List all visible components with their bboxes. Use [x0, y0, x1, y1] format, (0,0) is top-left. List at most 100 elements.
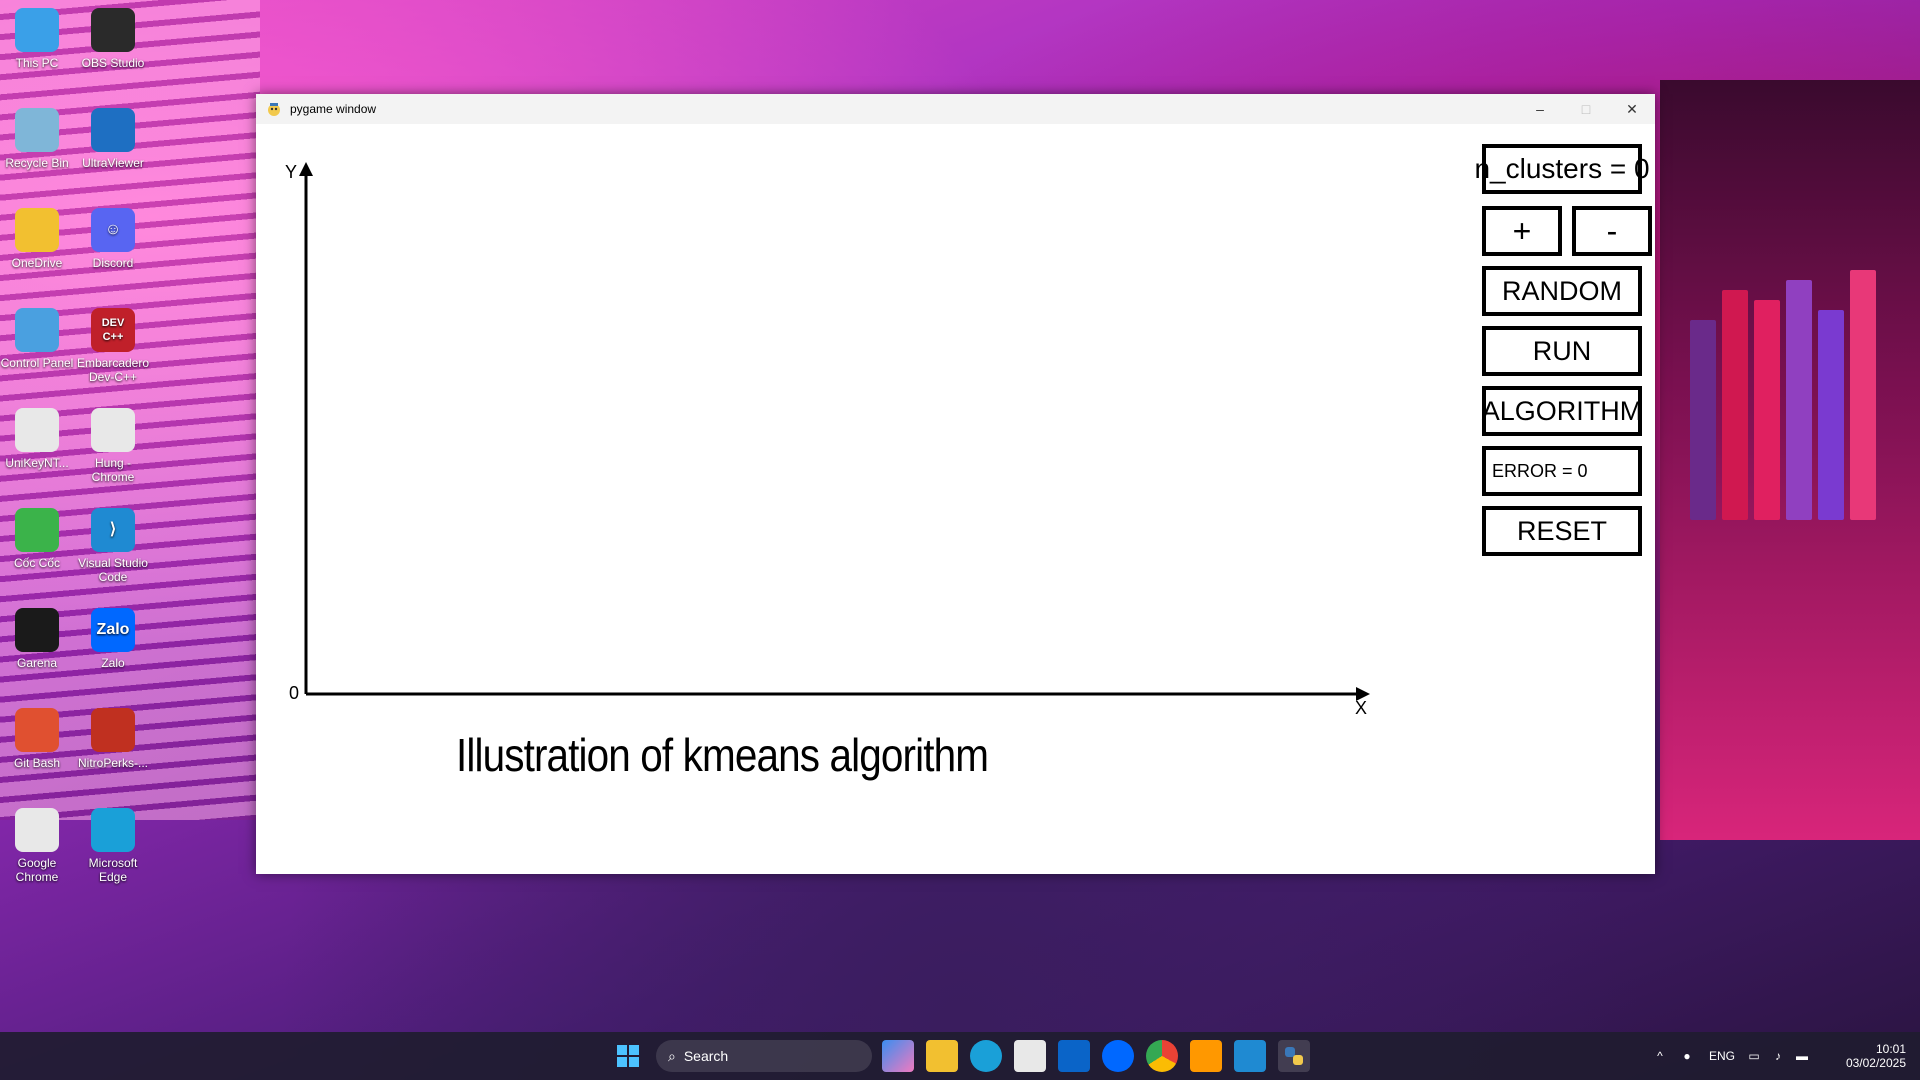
- plus-button[interactable]: +: [1482, 206, 1562, 256]
- search-placeholder: Search: [683, 1048, 729, 1064]
- desktop-icon[interactable]: This PC: [0, 8, 75, 70]
- desktop-icon-label: OBS Studio: [81, 56, 145, 70]
- minimize-button[interactable]: –: [1517, 94, 1563, 124]
- app-icon: [15, 8, 59, 52]
- copilot-icon[interactable]: [882, 1040, 914, 1072]
- maximize-button[interactable]: □: [1563, 94, 1609, 124]
- desktop-icon-label: OneDrive: [11, 256, 63, 270]
- network-icon[interactable]: ▭: [1742, 1049, 1766, 1063]
- desktop-icon-label: Zalo: [101, 656, 125, 670]
- desktop-icon-label: Visual Studio Code: [78, 556, 148, 584]
- app-icon: [15, 208, 59, 252]
- wallpaper-shelf: [1660, 80, 1920, 840]
- error-display: ERROR = 0: [1482, 446, 1642, 496]
- chevron-up-icon[interactable]: ^: [1648, 1049, 1672, 1063]
- desktop-icon[interactable]: Control Panel: [0, 308, 75, 370]
- app-icon: ⟩: [91, 508, 135, 552]
- desktop-icon-label: Control Panel: [0, 356, 74, 370]
- app-icon: [15, 608, 59, 652]
- origin-label: 0: [289, 683, 300, 703]
- desktop-icon[interactable]: Garena: [0, 608, 75, 670]
- desktop-icon-label: Microsoft Edge: [88, 856, 138, 884]
- app-icon: [91, 408, 135, 452]
- desktop-icon-label: This PC: [15, 56, 59, 70]
- desktop-icon-label: Git Bash: [13, 756, 61, 770]
- taskbar: ⌕ Search ^ ● ENG ▭ ♪ ▬ 10:01 03/02/2025: [0, 1032, 1920, 1080]
- desktop-icon-label: Hung - Chrome: [91, 456, 135, 484]
- plot-caption: Illustration of kmeans algorithm: [456, 729, 989, 781]
- desktop-icon[interactable]: Zalo Zalo: [75, 608, 151, 670]
- zalo-icon[interactable]: [1102, 1040, 1134, 1072]
- desktop-icon-label: NitroPerks-...: [77, 756, 148, 770]
- clock[interactable]: 10:01 03/02/2025: [1830, 1032, 1906, 1080]
- app-icon: [91, 708, 135, 752]
- desktop-icon[interactable]: UltraViewer: [75, 108, 151, 170]
- desktop-icon[interactable]: OBS Studio: [75, 8, 151, 70]
- desktop-icon-label: Embarcadero Dev-C++: [76, 356, 150, 384]
- python-icon: [1285, 1047, 1303, 1065]
- desktop-icon[interactable]: Google Chrome: [0, 808, 75, 884]
- app-icon: [15, 108, 59, 152]
- search-icon: ⌕: [668, 1047, 676, 1064]
- pygame-canvas[interactable]: Y X 0 Illustration of kmeans algorithm n…: [256, 124, 1655, 874]
- minus-button[interactable]: -: [1572, 206, 1652, 256]
- sublime-icon[interactable]: [1190, 1040, 1222, 1072]
- windows-icon: [617, 1045, 639, 1067]
- app-icon: [15, 808, 59, 852]
- desktop-icon-label: UltraViewer: [82, 156, 144, 170]
- app-icon: Zalo: [91, 608, 135, 652]
- desktop-icon[interactable]: Recycle Bin: [0, 108, 75, 170]
- desktop-icon[interactable]: Hung - Chrome: [75, 408, 151, 484]
- app-icon: ☺: [91, 208, 135, 252]
- app-icon: DEV C++: [91, 308, 135, 352]
- title-bar[interactable]: pygame window – □ ✕: [256, 94, 1655, 124]
- desktop-icon[interactable]: DEV C++ Embarcadero Dev-C++: [75, 308, 151, 384]
- pygame-window: pygame window – □ ✕ Y X 0 Illustration o…: [256, 94, 1655, 874]
- desktop-icon[interactable]: OneDrive: [0, 208, 75, 270]
- start-button[interactable]: [612, 1040, 644, 1072]
- volume-icon[interactable]: ♪: [1766, 1049, 1790, 1063]
- system-tray: ^ ● ENG ▭ ♪ ▬: [1648, 1032, 1814, 1080]
- app-icon: [91, 108, 135, 152]
- clock-time: 10:01: [1875, 1042, 1906, 1056]
- desktop-icon[interactable]: Microsoft Edge: [75, 808, 151, 884]
- clock-date: 03/02/2025: [1845, 1056, 1906, 1070]
- pygame-icon: [268, 103, 280, 116]
- close-button[interactable]: ✕: [1609, 94, 1655, 124]
- desktop-icon[interactable]: UniKeyNT...: [0, 408, 75, 470]
- chrome-icon[interactable]: [1146, 1040, 1178, 1072]
- app-icon: [15, 708, 59, 752]
- file-explorer-icon[interactable]: [926, 1040, 958, 1072]
- python-pygame-icon[interactable]: [1278, 1040, 1310, 1072]
- run-button[interactable]: RUN: [1482, 326, 1642, 376]
- desktop-icon[interactable]: NitroPerks-...: [75, 708, 151, 770]
- y-axis-label: Y: [285, 162, 298, 182]
- tray-app-icon[interactable]: ●: [1672, 1049, 1702, 1063]
- edge-icon[interactable]: [970, 1040, 1002, 1072]
- desktop-icon[interactable]: ☺ Discord: [75, 208, 151, 270]
- random-button[interactable]: RANDOM: [1482, 266, 1642, 316]
- store-icon[interactable]: [1014, 1040, 1046, 1072]
- desktop-icon[interactable]: Git Bash: [0, 708, 75, 770]
- taskbar-search[interactable]: ⌕ Search: [656, 1040, 872, 1072]
- desktop-icon-label: Google Chrome: [15, 856, 59, 884]
- desktop-icon[interactable]: Cốc Cốc: [0, 508, 75, 570]
- algorithm-button[interactable]: ALGORITHM: [1482, 386, 1642, 436]
- battery-icon[interactable]: ▬: [1790, 1049, 1814, 1063]
- outlook-icon[interactable]: [1058, 1040, 1090, 1072]
- app-icon: [91, 8, 135, 52]
- desktop-icon-label: Discord: [92, 256, 134, 270]
- app-icon: [15, 408, 59, 452]
- desktop-icon-label: Cốc Cốc: [13, 556, 60, 570]
- x-axis-label: X: [1355, 698, 1368, 718]
- n-clusters-display: n_clusters = 0: [1474, 144, 1650, 194]
- y-axis-arrow: [299, 162, 313, 176]
- desktop-icon-label: UniKeyNT...: [5, 456, 69, 470]
- vscode-icon[interactable]: [1234, 1040, 1266, 1072]
- reset-button[interactable]: RESET: [1482, 506, 1642, 556]
- language-indicator[interactable]: ENG: [1702, 1049, 1742, 1063]
- desktop-icon-label: Garena: [16, 656, 58, 670]
- desktop-icon[interactable]: ⟩ Visual Studio Code: [75, 508, 151, 584]
- window-title: pygame window: [290, 102, 377, 116]
- app-icon: [15, 308, 59, 352]
